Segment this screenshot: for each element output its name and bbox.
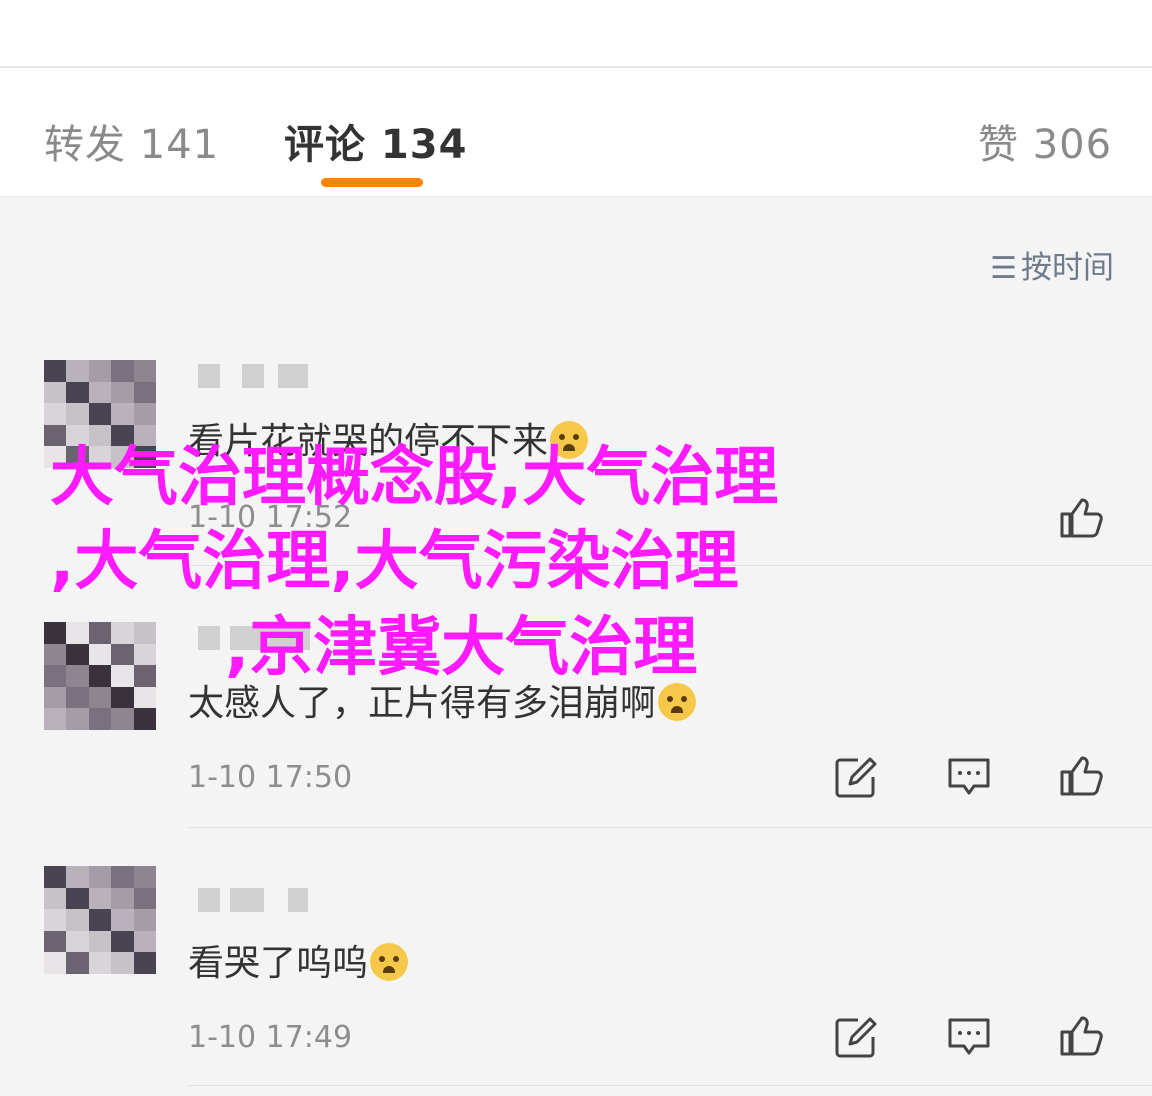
crying-emoji-icon	[550, 421, 589, 459]
comment-text: 看哭了呜呜	[188, 934, 409, 986]
repost-icon[interactable]	[834, 756, 878, 800]
divider	[188, 827, 1152, 828]
status-bar	[0, 0, 1152, 66]
tab-likes[interactable]: 赞 306	[978, 112, 1112, 170]
reply-icon[interactable]	[946, 1016, 992, 1060]
avatar[interactable]	[44, 360, 156, 468]
tab-bar: 转发 141 评论 134 赞 306	[0, 68, 1152, 197]
tab-repost[interactable]: 转发 141	[44, 112, 219, 170]
comment-time: 1-10 17:49	[188, 1020, 353, 1055]
avatar[interactable]	[44, 866, 156, 974]
tab-comments[interactable]: 评论 134	[284, 112, 467, 170]
divider	[188, 565, 1152, 566]
repost-icon[interactable]	[834, 1016, 878, 1060]
sort-icon: ☰	[990, 251, 1017, 286]
sort-by-time-button[interactable]: ☰ 按时间	[990, 242, 1114, 287]
like-icon[interactable]	[1058, 1014, 1106, 1058]
crying-emoji-icon	[658, 683, 697, 721]
comment-time: 1-10 17:52	[188, 500, 353, 535]
like-icon[interactable]	[1058, 754, 1106, 798]
comment-time: 1-10 17:50	[188, 760, 353, 795]
active-tab-indicator	[321, 178, 423, 187]
comment-text: 太感人了，正片得有多泪崩啊	[188, 674, 697, 726]
overlay-line-2: ,大气治理,大气污染治理	[50, 525, 739, 599]
comment-text: 看片花就哭的停不下来	[188, 412, 589, 464]
reply-icon[interactable]	[946, 756, 992, 800]
divider	[188, 1085, 1152, 1086]
sort-label: 按时间	[1021, 250, 1114, 286]
like-icon[interactable]	[1058, 496, 1106, 540]
avatar[interactable]	[44, 622, 156, 730]
crying-emoji-icon	[370, 943, 409, 981]
